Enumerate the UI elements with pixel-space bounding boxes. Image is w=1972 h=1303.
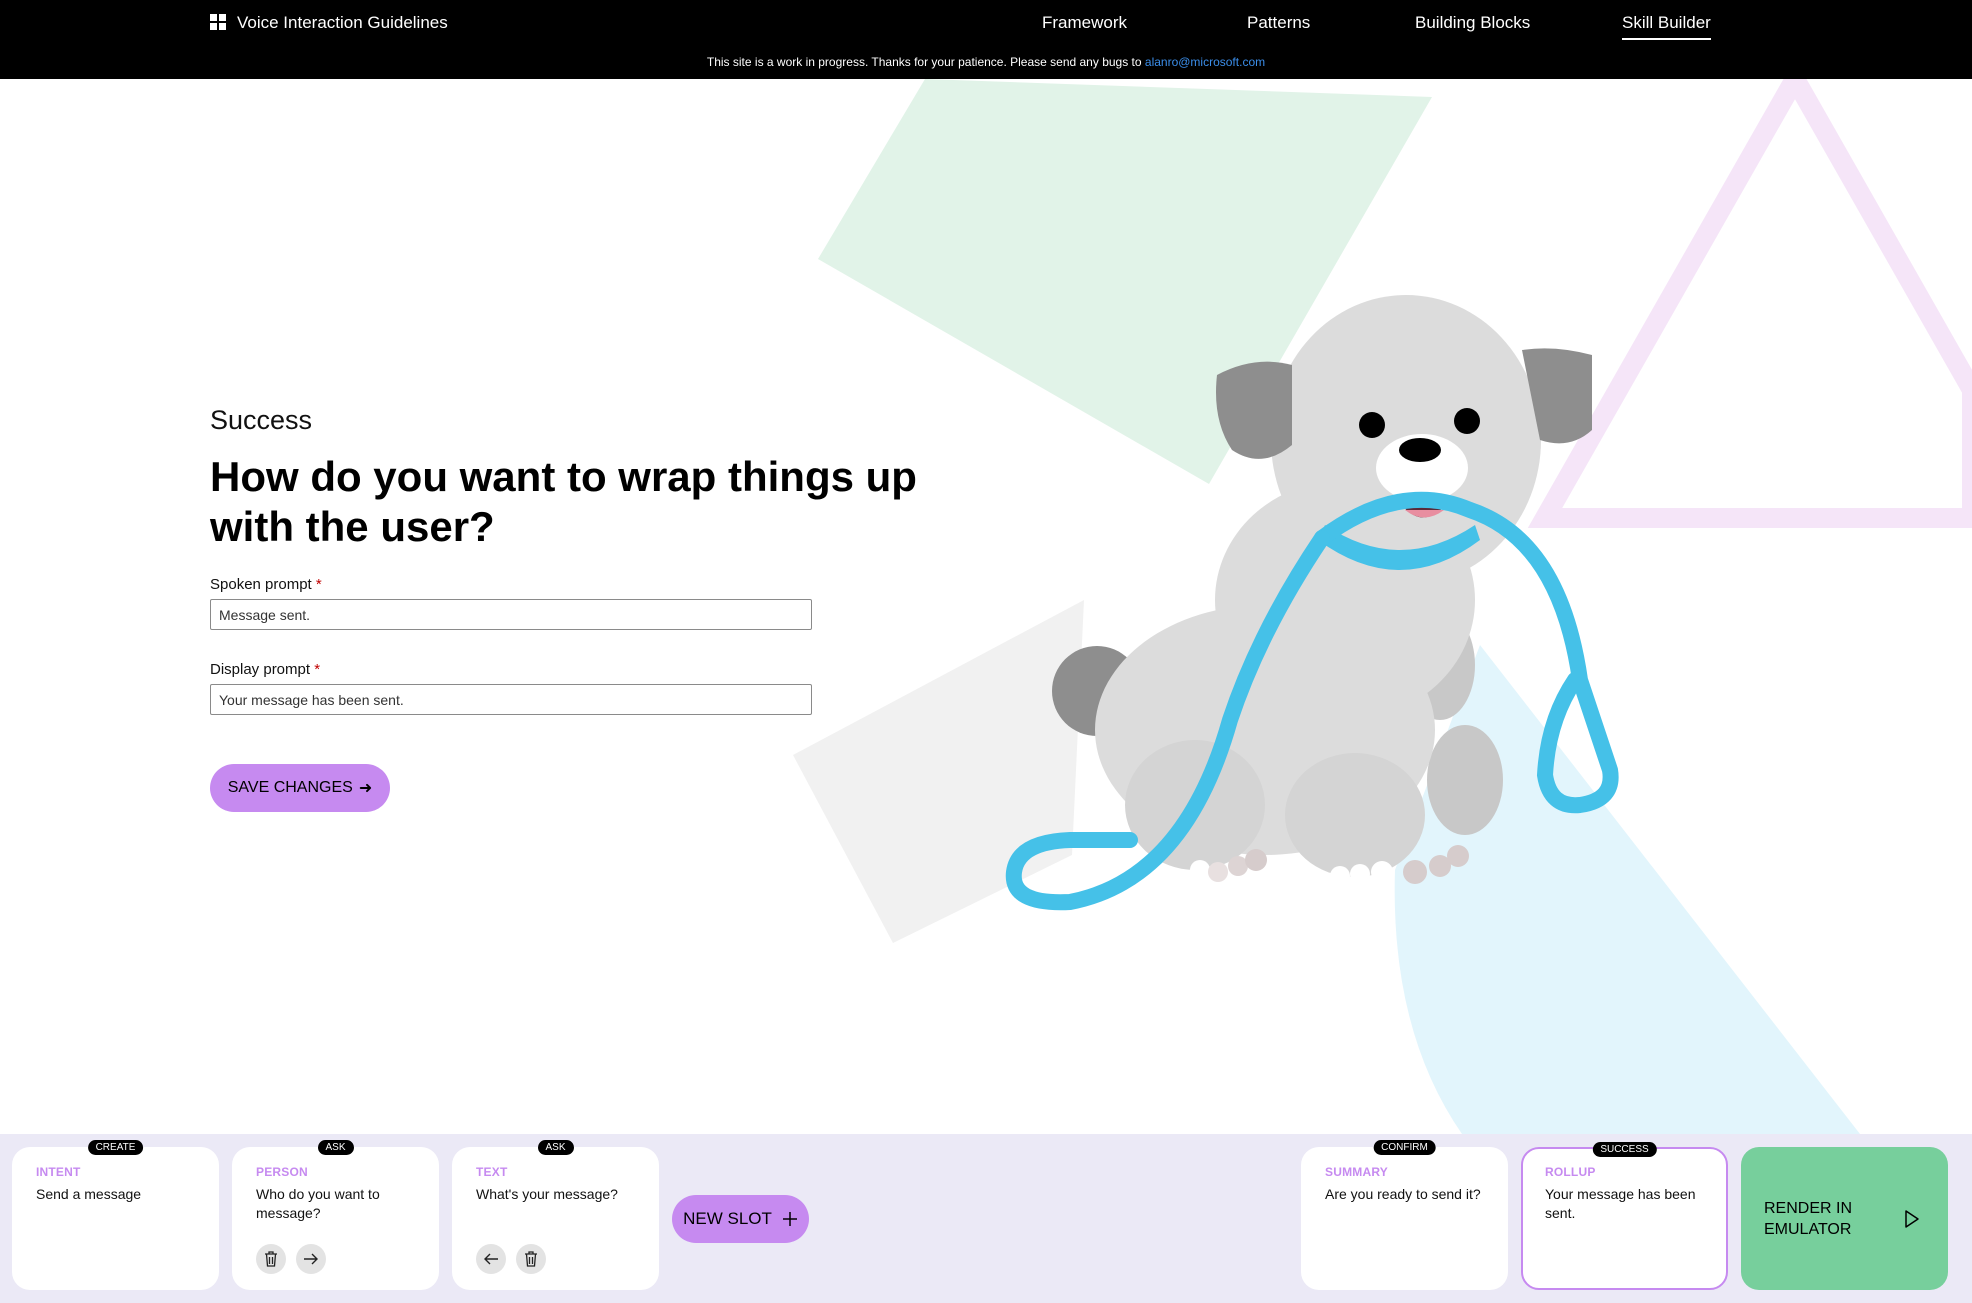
flow-card-person[interactable]: ASK PERSON Who do you want to message? <box>232 1140 439 1290</box>
card-text: Your message has been sent. <box>1545 1186 1696 1221</box>
card-text: Send a message <box>36 1186 142 1202</box>
display-prompt-input[interactable] <box>210 684 812 715</box>
card-tag: ASK <box>317 1140 354 1155</box>
spoken-prompt-input[interactable] <box>210 599 812 630</box>
card-type: SUMMARY <box>1325 1165 1388 1179</box>
bug-email-link[interactable]: alanro@microsoft.com <box>1145 55 1265 69</box>
card-type: TEXT <box>476 1165 508 1179</box>
new-slot-button[interactable]: NEW SLOT <box>672 1195 809 1243</box>
card-text: Who do you want to message? <box>256 1186 380 1221</box>
card-type: INTENT <box>36 1165 81 1179</box>
nav-building-blocks[interactable]: Building Blocks <box>1415 13 1530 33</box>
save-changes-button[interactable]: SAVE CHANGES ➜ <box>210 764 390 812</box>
arrow-right-icon[interactable] <box>296 1244 326 1274</box>
card-type: ROLLUP <box>1545 1165 1596 1179</box>
render-label: RENDER IN EMULATOR <box>1764 1199 1853 1238</box>
step-eyebrow: Success <box>210 405 313 435</box>
play-icon <box>1905 1209 1919 1228</box>
flow-card-text[interactable]: ASK TEXT What's your message? <box>452 1140 659 1290</box>
card-actions <box>256 1244 326 1274</box>
flow-card-rollup[interactable]: SUCCESS ROLLUP Your message has been sen… <box>1521 1142 1728 1290</box>
display-prompt-label-text: Display prompt <box>210 661 311 678</box>
trash-icon[interactable] <box>516 1244 546 1274</box>
plus-icon <box>782 1212 797 1226</box>
bg-grey-shape <box>793 600 1084 943</box>
card-text: What's your message? <box>476 1186 618 1202</box>
spoken-prompt-label: Spoken prompt * <box>210 576 322 593</box>
wip-notice-text: This site is a work in progress. Thanks … <box>706 55 1145 69</box>
card-tag: CREATE <box>87 1140 144 1155</box>
card-tag: SUCCESS <box>1592 1142 1657 1157</box>
windows-logo-icon[interactable] <box>210 14 226 30</box>
required-marker: * <box>314 661 321 678</box>
page-heading: How do you want to wrap things up with t… <box>210 453 917 550</box>
spoken-prompt-label-text: Spoken prompt <box>210 576 312 593</box>
card-tag: ASK <box>537 1140 574 1155</box>
bg-pink-triangle <box>1527 79 1972 528</box>
flow-card-intent[interactable]: CREATE INTENT Send a message <box>12 1140 219 1290</box>
nav-framework[interactable]: Framework <box>1042 13 1127 33</box>
card-text: Are you ready to send it? <box>1325 1186 1481 1202</box>
nav-patterns[interactable]: Patterns <box>1247 13 1310 33</box>
bg-blue-shape <box>1394 645 1860 1134</box>
arrow-right-icon: ➜ <box>358 780 373 797</box>
site-title[interactable]: Voice Interaction Guidelines <box>237 13 448 33</box>
page: Voice Interaction Guidelines Framework P… <box>0 0 1972 1303</box>
render-in-emulator-button[interactable]: RENDER IN EMULATOR <box>1741 1147 1948 1290</box>
top-nav-bar: Voice Interaction Guidelines Framework P… <box>0 0 1972 79</box>
card-tag: CONFIRM <box>1373 1140 1436 1155</box>
flow-card-summary[interactable]: CONFIRM SUMMARY Are you ready to send it… <box>1301 1140 1508 1290</box>
card-type: PERSON <box>256 1165 308 1179</box>
display-prompt-label: Display prompt * <box>210 661 320 678</box>
card-actions <box>476 1244 546 1274</box>
wip-notice: This site is a work in progress. Thanks … <box>0 55 1972 69</box>
trash-icon[interactable] <box>256 1244 286 1274</box>
nav-skill-builder[interactable]: Skill Builder <box>1622 13 1711 40</box>
save-changes-label: SAVE CHANGES <box>227 779 353 796</box>
required-marker: * <box>315 576 322 593</box>
arrow-left-icon[interactable] <box>476 1244 506 1274</box>
new-slot-label: NEW SLOT <box>683 1209 772 1228</box>
